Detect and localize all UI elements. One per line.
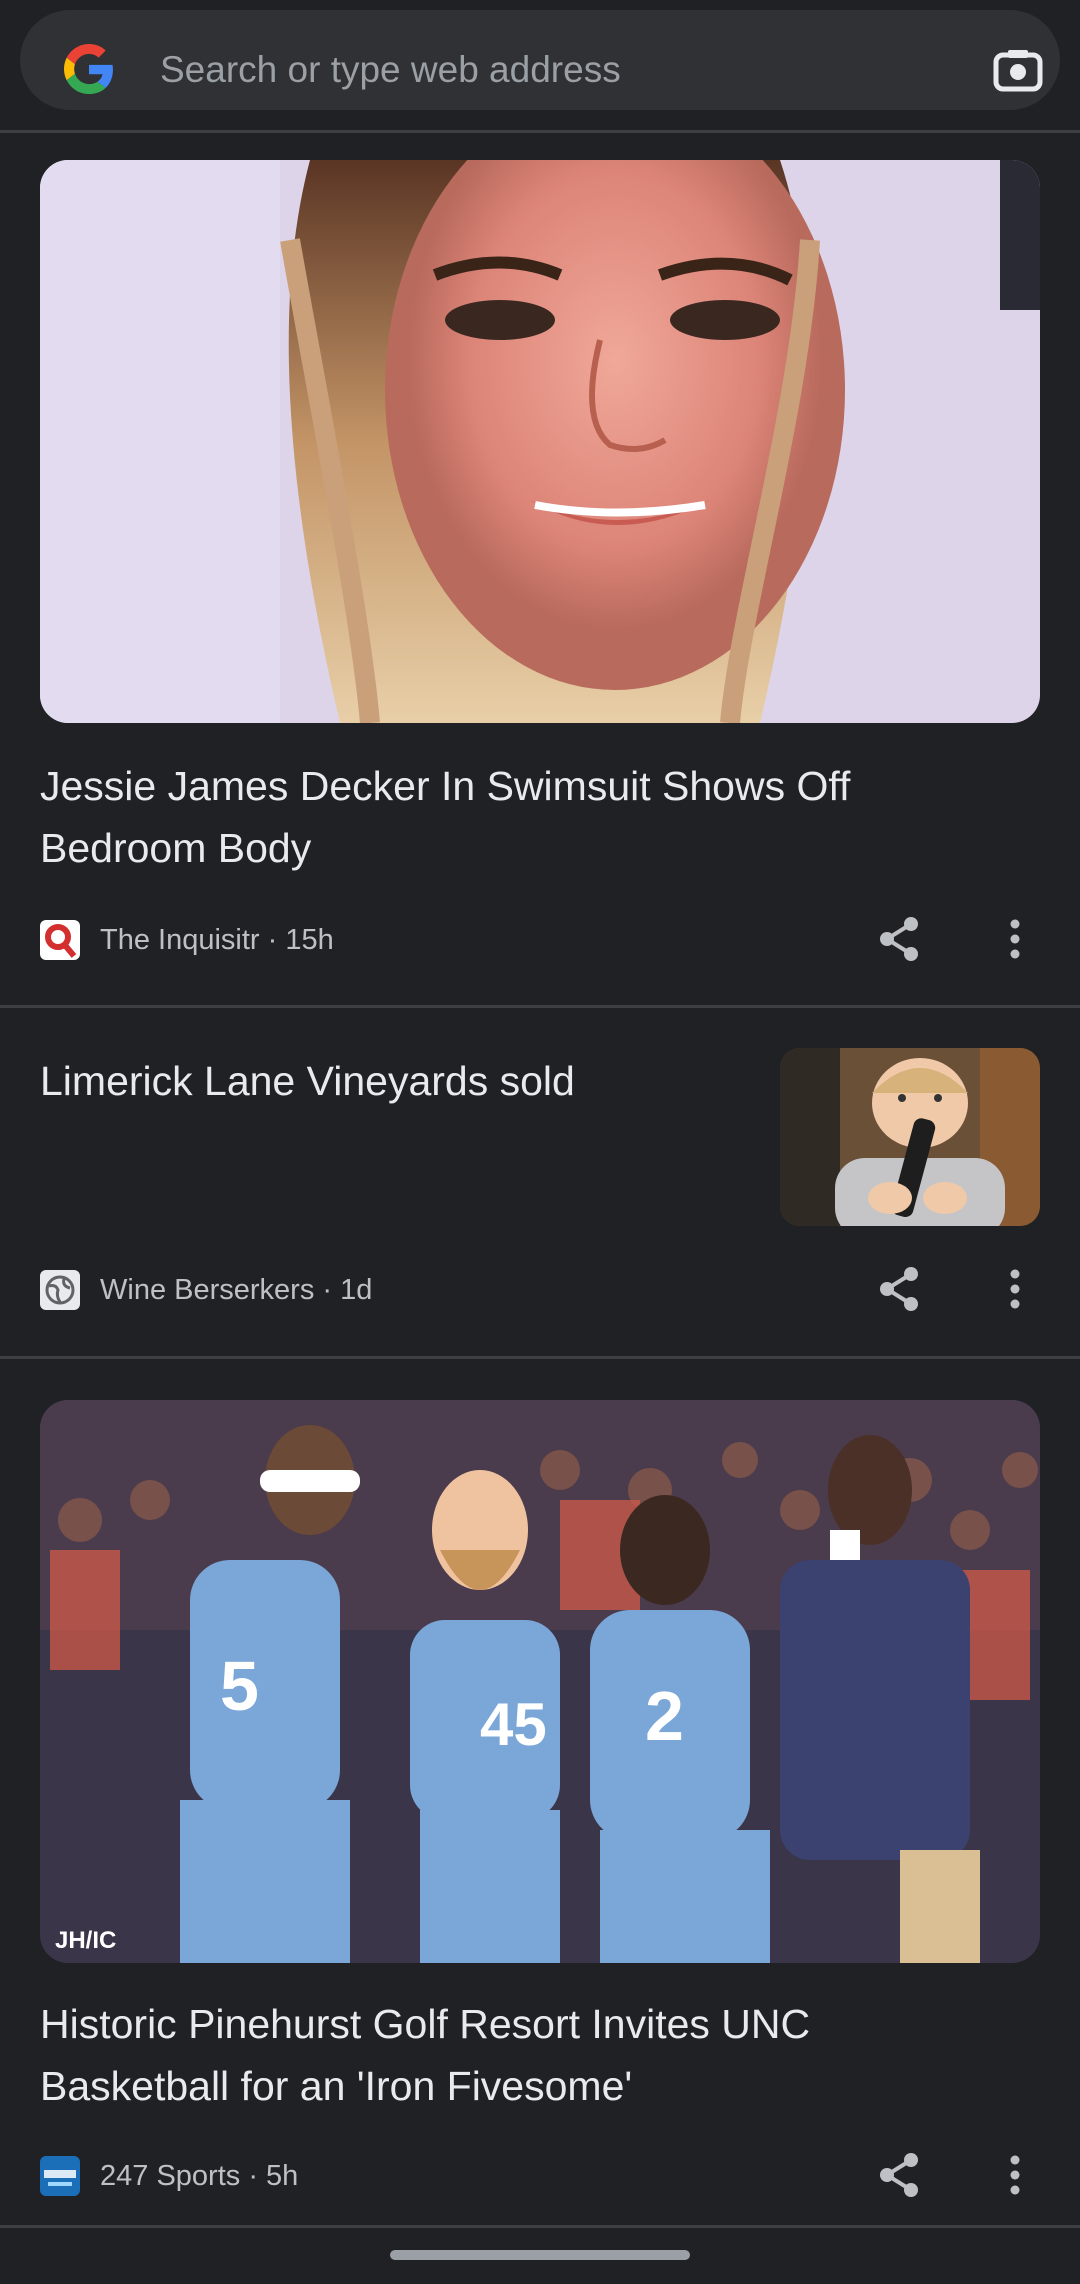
share-icon[interactable] xyxy=(875,914,925,964)
card-source: The Inquisitr · 15h xyxy=(100,924,334,956)
search-input[interactable]: Search or type web address xyxy=(160,45,621,95)
portrait-photo[interactable] xyxy=(40,160,1040,723)
share-icon[interactable] xyxy=(875,1264,925,1314)
top-bar: Search or type web address xyxy=(0,0,1080,130)
top-divider xyxy=(0,130,1080,133)
gesture-home-bar[interactable] xyxy=(390,2250,690,2260)
card-divider xyxy=(0,1356,1080,1359)
247-sports-logo xyxy=(40,2156,80,2196)
basketball-team-photo[interactable]: 5 45 2 JH/IC xyxy=(40,1400,1040,1963)
more-options-icon[interactable] xyxy=(1000,2150,1030,2200)
card-headline[interactable]: Jessie James Decker In Swimsuit Shows Of… xyxy=(40,755,1000,879)
inquisitr-logo xyxy=(40,920,80,960)
card-headline[interactable]: Historic Pinehurst Golf Resort Invites U… xyxy=(40,1993,1000,2117)
svg-text:45: 45 xyxy=(480,1691,547,1758)
svg-text:2: 2 xyxy=(645,1677,684,1755)
card-source: Wine Berserkers · 1d xyxy=(100,1274,373,1306)
card-source-row: Wine Berserkers · 1d xyxy=(40,1267,1040,1320)
card-headline[interactable]: Limerick Lane Vineyards sold xyxy=(40,1050,740,1112)
card-source-row: 247 Sports · 5h xyxy=(40,2153,1040,2206)
child-with-bottle-photo[interactable] xyxy=(780,1048,1040,1226)
more-options-icon[interactable] xyxy=(1000,914,1030,964)
card-source-row: The Inquisitr · 15h xyxy=(40,917,1040,970)
search-bar[interactable]: Search or type web address xyxy=(20,10,1060,110)
card-divider xyxy=(0,2225,1080,2228)
photo-watermark: JH/IC xyxy=(55,1927,116,1954)
card-source: 247 Sports · 5h xyxy=(100,2160,299,2192)
globe-icon xyxy=(40,1270,80,1310)
camera-icon[interactable] xyxy=(990,42,1046,98)
card-divider xyxy=(0,1005,1080,1008)
more-options-icon[interactable] xyxy=(1000,1264,1030,1314)
share-icon[interactable] xyxy=(875,2150,925,2200)
google-g-icon xyxy=(64,44,113,94)
news-feed-page: Search or type web address Jessie James … xyxy=(0,0,1080,2284)
svg-text:5: 5 xyxy=(220,1647,259,1725)
